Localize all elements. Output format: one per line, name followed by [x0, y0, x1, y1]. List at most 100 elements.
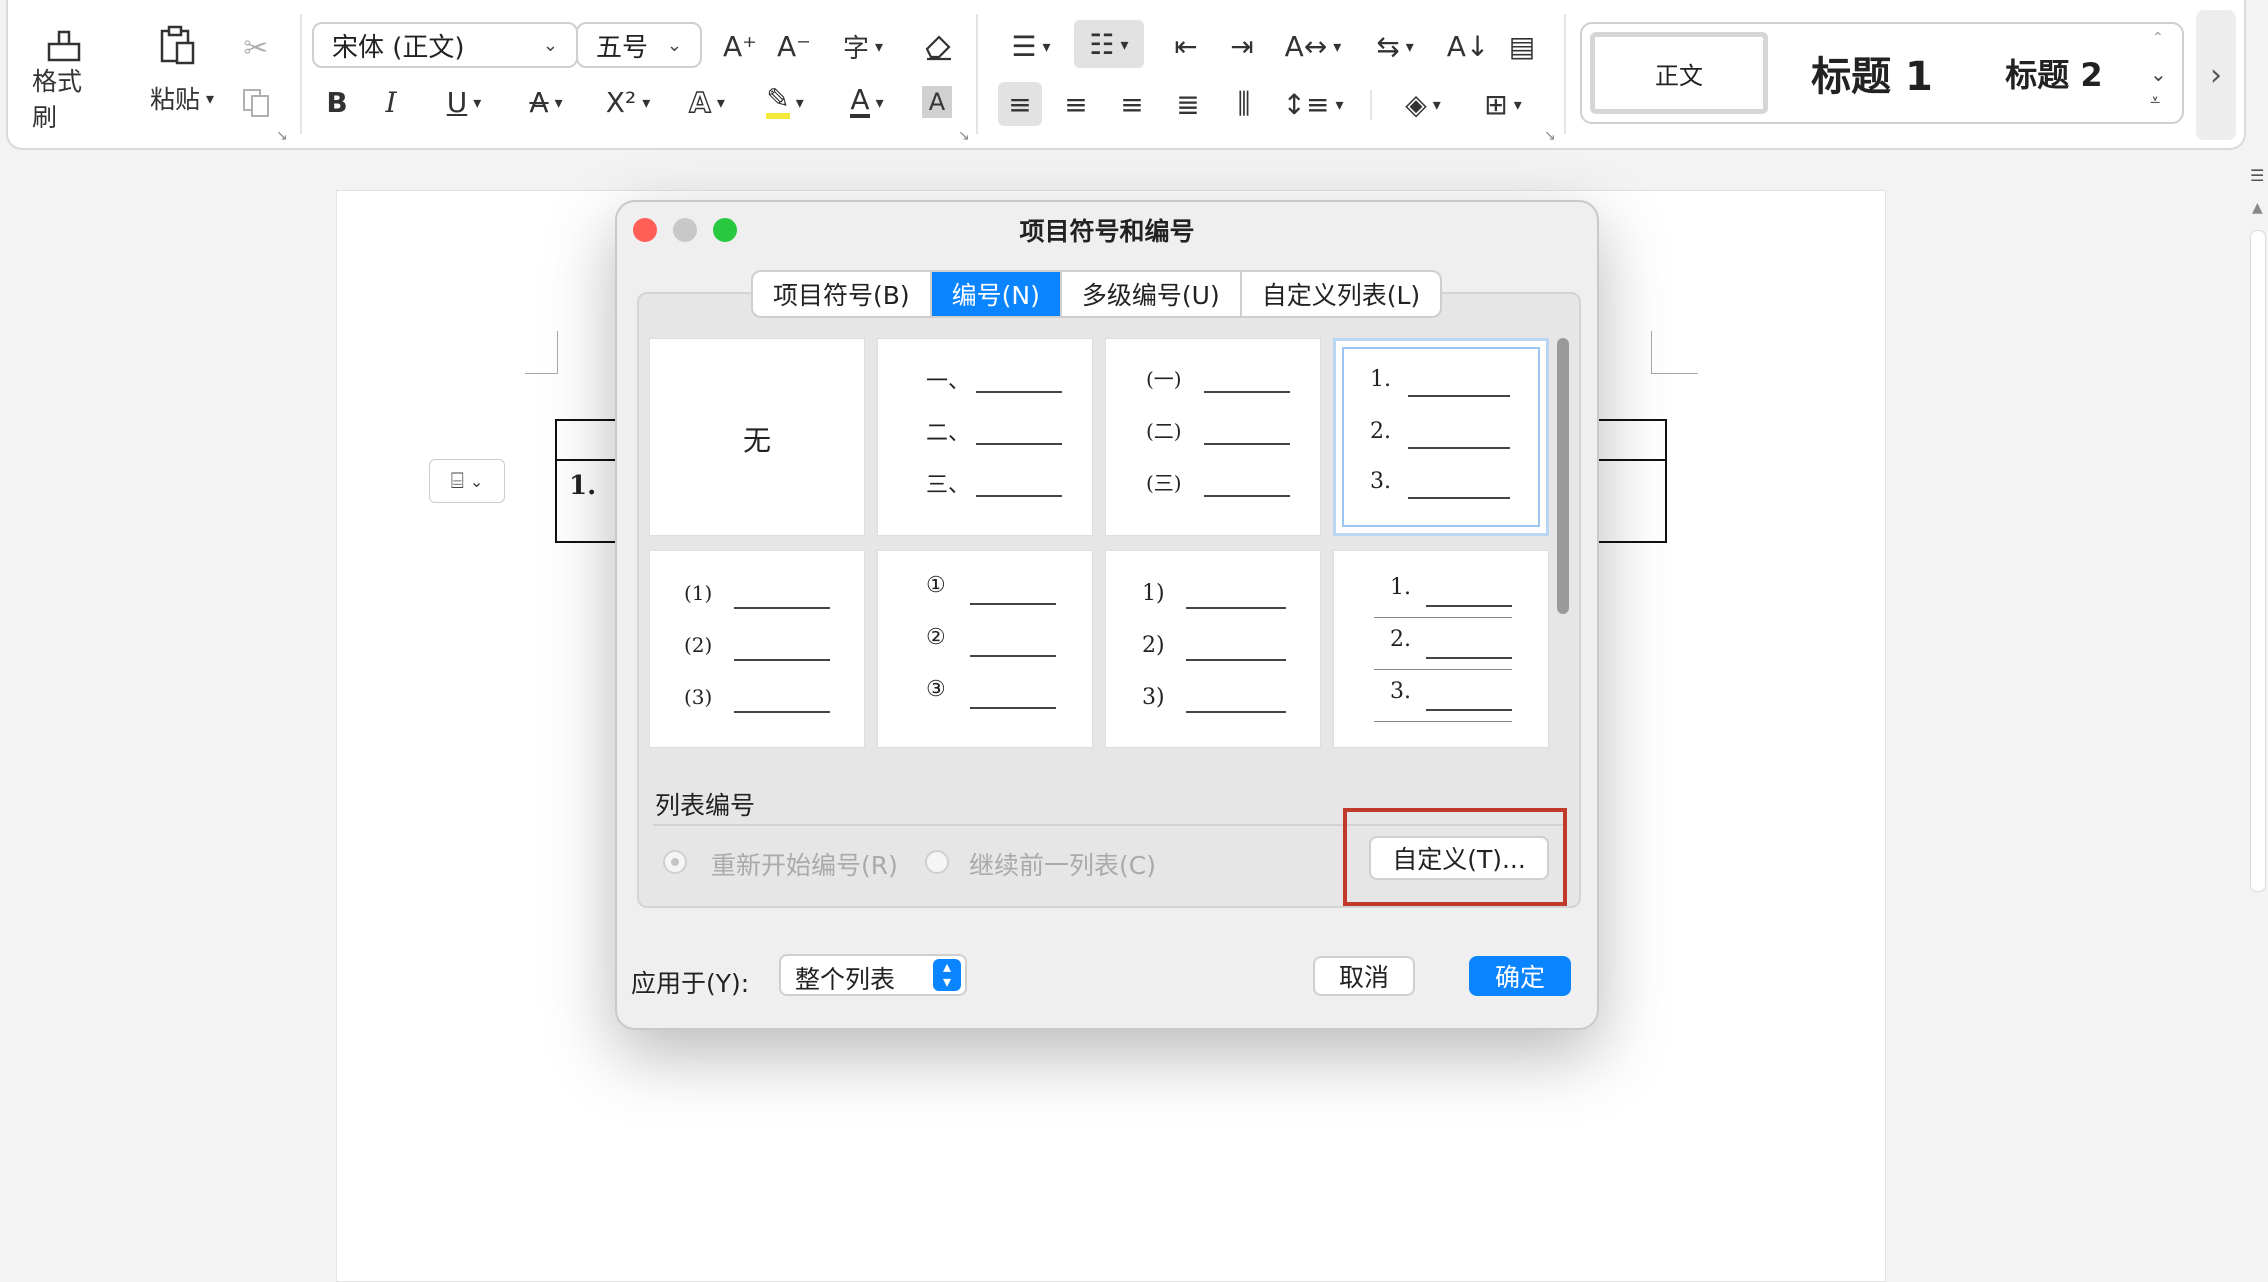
- format-painter-label[interactable]: 格式刷: [32, 67, 102, 132]
- marker: (3): [684, 685, 713, 709]
- chevron-down-icon: ▾: [1120, 34, 1129, 54]
- cut-icon[interactable]: ✂: [236, 28, 276, 68]
- align-center-button[interactable]: ≡: [1054, 82, 1098, 126]
- underline-button[interactable]: U ▾: [434, 82, 494, 122]
- chevron-down-icon: ▾: [642, 92, 651, 112]
- clear-format-button[interactable]: [916, 24, 960, 68]
- superscript-button[interactable]: X² ▾: [596, 82, 660, 122]
- strikethrough-button[interactable]: A ▾: [516, 82, 576, 122]
- align-right-button[interactable]: ≡: [1110, 82, 1154, 126]
- presets-scrollbar[interactable]: [1557, 338, 1569, 614]
- divider: [976, 14, 978, 134]
- scroll-up-arrow-icon[interactable]: ▲: [2252, 200, 2263, 216]
- highlight-button[interactable]: ✎ ▾: [754, 82, 816, 122]
- grow-font-icon: A⁺: [723, 29, 757, 63]
- numbering-right-paren[interactable]: 1) 2) 3): [1105, 550, 1321, 748]
- none-label: 无: [742, 424, 771, 457]
- marker: 3.: [1390, 679, 1411, 704]
- increase-indent-button[interactable]: ⇥: [1220, 24, 1264, 68]
- grow-font-button[interactable]: A⁺: [718, 24, 762, 68]
- chevron-down-icon: ▾: [473, 92, 482, 112]
- font-launcher-icon[interactable]: ↘: [958, 128, 970, 144]
- char-scaling-button[interactable]: A↔ ▾: [1284, 24, 1342, 68]
- eraser-icon: [925, 35, 951, 61]
- justify-button[interactable]: ≣: [1166, 82, 1210, 126]
- restart-numbering-radio[interactable]: [663, 850, 687, 874]
- paste-icon[interactable]: [148, 20, 208, 70]
- font-size-value: 五号: [596, 32, 649, 63]
- chevron-down-icon: ▾: [1432, 94, 1441, 114]
- marker: 1.: [1370, 367, 1391, 392]
- marker: (三): [1146, 471, 1182, 495]
- char-scaling-icon: A↔: [1284, 29, 1328, 63]
- paste-dropdown[interactable]: 粘贴 ▾: [142, 80, 222, 116]
- expand-gallery-icon[interactable]: ⩡: [2150, 90, 2160, 111]
- increase-indent-icon: ⇥: [1230, 29, 1254, 63]
- table-grid-icon: ▤: [1508, 29, 1536, 63]
- character-shading-button[interactable]: A: [922, 86, 952, 118]
- show-marks-button[interactable]: ▤: [1502, 24, 1542, 68]
- split-view-icon[interactable]: ☰: [2250, 166, 2264, 185]
- numbering-none[interactable]: 无: [649, 338, 865, 536]
- sort-icon: A↓: [1446, 29, 1490, 63]
- numbering-chinese-paren[interactable]: (一) (二) (三): [1105, 338, 1321, 536]
- shading-button[interactable]: ◈ ▾: [1394, 82, 1452, 126]
- font-color-button[interactable]: A ▾: [836, 82, 898, 122]
- apply-to-select[interactable]: 整个列表 ▴ ▾: [779, 954, 967, 996]
- distributed-button[interactable]: ⫼: [1222, 82, 1266, 126]
- ribbon-next-icon[interactable]: ›: [2196, 10, 2236, 140]
- style-normal[interactable]: 正文: [1590, 32, 1768, 114]
- shrink-font-icon: A⁻: [777, 29, 811, 63]
- copy-icon[interactable]: [236, 82, 276, 122]
- style-heading-2[interactable]: 标题 2: [1984, 42, 2124, 104]
- bullets-button[interactable]: ☰ ▾: [1002, 24, 1060, 68]
- clipboard-launcher-icon[interactable]: ↘: [276, 128, 288, 144]
- vertical-scrollbar[interactable]: [2250, 230, 2266, 892]
- numbering-decimal-indent[interactable]: 1. 2. 3.: [1333, 550, 1549, 748]
- text-effect-button[interactable]: A ▾: [676, 82, 738, 122]
- italic-button[interactable]: I: [374, 82, 408, 122]
- sort-button[interactable]: A↓: [1446, 24, 1490, 68]
- font-color-icon: A: [850, 83, 870, 118]
- borders-button[interactable]: ⊞ ▾: [1474, 82, 1532, 126]
- paragraph-launcher-icon[interactable]: ↘: [1544, 128, 1556, 144]
- shrink-font-button[interactable]: A⁻: [772, 24, 816, 68]
- bold-button[interactable]: B: [320, 82, 354, 122]
- numbering-paren[interactable]: (1) (2) (3): [649, 550, 865, 748]
- tab-numbering[interactable]: 编号(N): [931, 272, 1062, 316]
- chevron-down-icon: ▾: [205, 88, 215, 108]
- text-direction-button[interactable]: ⇆ ▾: [1366, 24, 1424, 68]
- numbering-decimal-selected[interactable]: 1. 2. 3.: [1333, 338, 1549, 536]
- paragraph-handle-icon: ⌸: [450, 468, 464, 494]
- chevron-down-icon: ▾: [1405, 36, 1414, 56]
- apply-to-value: 整个列表: [795, 965, 896, 994]
- marker: 2.: [1370, 419, 1391, 444]
- chevron-down-icon[interactable]: ⌄: [2150, 62, 2167, 86]
- phonetic-guide-button[interactable]: 字 ▾: [830, 24, 896, 68]
- marker: ①: [926, 573, 946, 598]
- align-left-button[interactable]: ≡: [998, 82, 1042, 126]
- scroll-up-icon[interactable]: ⌃: [2152, 30, 2164, 46]
- tab-multilevel[interactable]: 多级编号(U): [1062, 272, 1242, 316]
- decrease-indent-button[interactable]: ⇤: [1164, 24, 1208, 68]
- line-spacing-button[interactable]: ↕≡ ▾: [1283, 82, 1344, 126]
- style-heading-1[interactable]: 标题 1: [1792, 38, 1952, 108]
- font-size-select[interactable]: 五号 ⌄: [576, 22, 702, 68]
- chevron-down-icon: ▾: [1335, 94, 1344, 114]
- numbering-button[interactable]: ☷ ▾: [1074, 20, 1144, 68]
- font-name-select[interactable]: 宋体 (正文) ⌄: [312, 22, 578, 68]
- marker: ③: [926, 677, 946, 702]
- ok-button[interactable]: 确定: [1469, 956, 1571, 996]
- marker: (1): [684, 581, 713, 605]
- cancel-button[interactable]: 取消: [1313, 956, 1415, 996]
- continue-list-radio[interactable]: [925, 850, 949, 874]
- tab-custom-list[interactable]: 自定义列表(L): [1242, 272, 1440, 316]
- numbering-circled[interactable]: ① ② ③: [877, 550, 1093, 748]
- chevron-down-icon: ▾: [875, 92, 884, 112]
- customize-button[interactable]: 自定义(T)...: [1369, 836, 1549, 880]
- tab-bullets[interactable]: 项目符号(B): [753, 272, 932, 316]
- paragraph-handle-button[interactable]: ⌸ ⌄: [429, 459, 505, 503]
- marker: 一、: [926, 369, 971, 394]
- marker: ②: [926, 625, 946, 650]
- numbering-chinese[interactable]: 一、 二、 三、: [877, 338, 1093, 536]
